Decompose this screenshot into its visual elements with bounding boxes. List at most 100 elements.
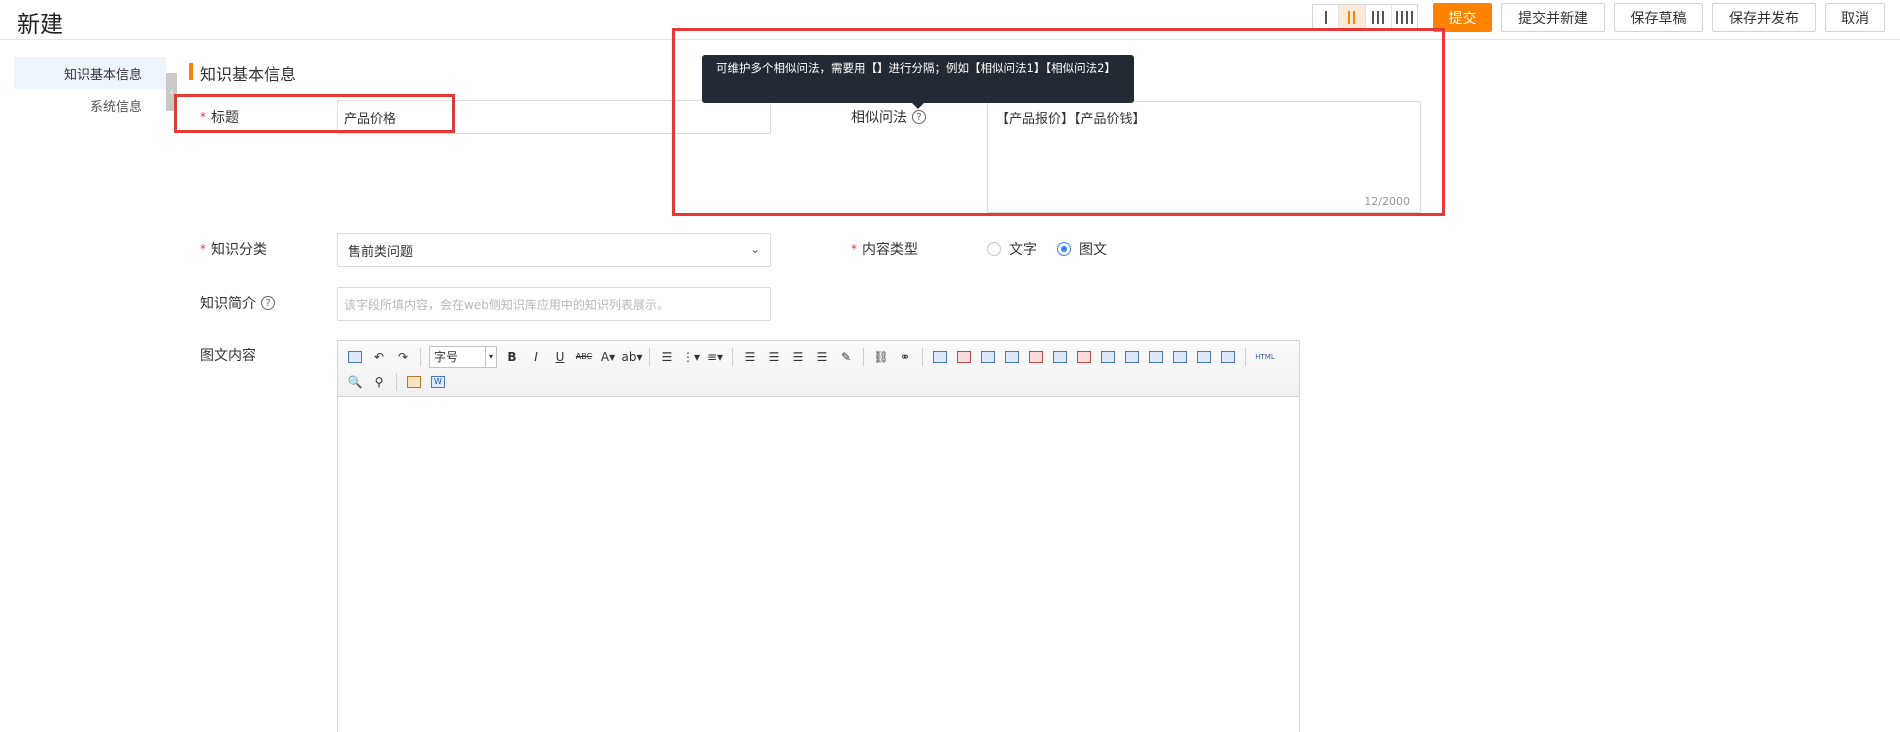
submit-button[interactable]: 提交	[1433, 3, 1492, 32]
content-label: 图文内容	[200, 348, 256, 364]
question-circle-icon[interactable]: ?	[261, 296, 275, 310]
category-label-text: 知识分类	[211, 242, 267, 258]
content-type-richtext-radio[interactable]: 图文	[1057, 239, 1107, 259]
content-type-label-text: 内容类型	[862, 242, 918, 258]
format-painter-icon[interactable]: ✎	[835, 346, 857, 368]
intro-input[interactable]: 该字段所填内容，会在web侧知识库应用中的知识列表展示。	[337, 287, 771, 321]
rich-text-editor: ↶ ↷ 字号 ▾ B I U ABC A▾ ab▾ ☰ ⋮▾ ≡▾ ☰ ☰ ☰ …	[337, 340, 1300, 732]
align-left-icon[interactable]: ☰	[739, 346, 761, 368]
layout-3-column-button[interactable]	[1366, 5, 1392, 29]
layout-1-column-button[interactable]	[1313, 5, 1340, 29]
align-right-icon[interactable]: ☰	[787, 346, 809, 368]
section-accent-bar	[189, 63, 193, 80]
toolbar-divider	[420, 347, 421, 366]
delete-table-icon[interactable]	[953, 346, 975, 368]
toolbar-divider	[732, 347, 733, 366]
merge-cells-icon[interactable]	[1097, 346, 1119, 368]
delete-column-icon[interactable]	[1073, 346, 1095, 368]
sidebar-collapse-handle[interactable]: ‹	[166, 73, 177, 111]
save-draft-button[interactable]: 保存草稿	[1614, 3, 1703, 32]
link-icon[interactable]: ⛓	[870, 346, 892, 368]
delete-row-icon[interactable]	[1025, 346, 1047, 368]
unlink-icon[interactable]: ⚭	[894, 346, 916, 368]
word-import-icon[interactable]: W	[427, 371, 449, 393]
ordered-list-icon[interactable]: ⋮▾	[680, 346, 702, 368]
toolbar-divider	[922, 347, 923, 366]
layout-4-column-button[interactable]	[1392, 5, 1417, 29]
toolbar-divider	[649, 347, 650, 366]
header: 新建 提交 提交并新建 保存草稿 保存并发布 取消	[0, 0, 1900, 40]
category-label: * 知识分类	[200, 239, 267, 259]
strikethrough-icon[interactable]: ABC	[573, 346, 595, 368]
chevron-down-icon: ⌄	[749, 242, 760, 256]
split-columns-icon[interactable]	[1217, 346, 1239, 368]
one-bar-icon	[1324, 10, 1327, 24]
chevron-left-icon: ‹	[169, 86, 174, 98]
toolbar-divider	[863, 347, 864, 366]
title-label-text: 标题	[211, 110, 239, 126]
split-cells-icon[interactable]	[1169, 346, 1191, 368]
editor-toolbar: ↶ ↷ 字号 ▾ B I U ABC A▾ ab▾ ☰ ⋮▾ ≡▾ ☰ ☰ ☰ …	[338, 341, 1299, 397]
highlight-color-icon[interactable]: ab▾	[621, 346, 643, 368]
submit-and-new-button[interactable]: 提交并新建	[1501, 3, 1605, 32]
page-title: 新建	[17, 12, 63, 38]
undo-icon[interactable]: ↶	[368, 346, 390, 368]
merge-right-icon[interactable]	[1121, 346, 1143, 368]
four-bars-icon	[1395, 10, 1413, 24]
content-type-text-radio[interactable]: 文字	[987, 239, 1037, 259]
html-mode-icon[interactable]: HTML	[1252, 346, 1278, 368]
required-marker: *	[200, 242, 206, 256]
similar-questions-textarea[interactable]: 【产品报价】【产品价钱】 12/2000	[987, 101, 1421, 213]
intro-label: 知识简介 ?	[200, 293, 275, 313]
three-bars-icon	[1372, 10, 1385, 24]
similar-questions-label: 相似问法 ?	[851, 107, 926, 127]
two-bars-icon	[1348, 10, 1356, 24]
bold-icon[interactable]: B	[501, 346, 523, 368]
redo-icon[interactable]: ↷	[392, 346, 414, 368]
cancel-button[interactable]: 取消	[1825, 3, 1885, 32]
font-size-select[interactable]: 字号 ▾	[429, 345, 497, 368]
content-type-label: * 内容类型	[851, 239, 918, 259]
category-select-value: 售前类问题	[348, 244, 414, 260]
radio-unchecked-icon	[987, 242, 1001, 256]
source-view-icon[interactable]	[344, 346, 366, 368]
merge-down-icon[interactable]	[1145, 346, 1167, 368]
insert-column-icon[interactable]	[1049, 346, 1071, 368]
content-type-text-label: 文字	[1009, 242, 1037, 258]
sidebar-item-basic-info[interactable]: 知识基本信息	[14, 57, 166, 89]
italic-icon[interactable]: I	[525, 346, 547, 368]
section-title: 知识基本信息	[200, 65, 297, 84]
radio-checked-icon	[1057, 242, 1071, 256]
editor-content-area[interactable]	[338, 397, 1299, 732]
font-size-select-label: 字号	[434, 350, 459, 364]
insert-image-icon[interactable]	[403, 371, 425, 393]
category-select[interactable]: 售前类问题 ⌄	[337, 233, 771, 267]
search-replace-icon[interactable]: 🔍	[344, 371, 366, 393]
layout-2-column-button[interactable]	[1339, 5, 1366, 29]
align-justify-icon[interactable]: ☰	[811, 346, 833, 368]
find-icon[interactable]: ⚲	[368, 371, 390, 393]
char-counter: 12/2000	[1364, 195, 1410, 208]
content-type-richtext-label: 图文	[1079, 242, 1107, 258]
caret-down-icon: ▾	[485, 346, 496, 367]
similar-questions-label-text: 相似问法	[851, 110, 907, 126]
sidebar-item-system-info[interactable]: 系统信息	[14, 89, 166, 121]
split-rows-icon[interactable]	[1193, 346, 1215, 368]
insert-table-icon[interactable]	[929, 346, 951, 368]
font-color-icon[interactable]: A▾	[597, 346, 619, 368]
unordered-list-icon[interactable]: ≡▾	[704, 346, 726, 368]
title-label: * 标题	[200, 107, 239, 127]
insert-row-icon[interactable]	[1001, 346, 1023, 368]
table-caption-icon[interactable]	[977, 346, 999, 368]
toolbar-divider	[1245, 347, 1246, 366]
similar-questions-value: 【产品报价】【产品价钱】	[996, 112, 1146, 127]
title-input[interactable]: 产品价格	[337, 100, 771, 134]
required-marker: *	[851, 242, 857, 256]
underline-icon[interactable]: U	[549, 346, 571, 368]
paragraph-icon[interactable]: ☰	[656, 346, 678, 368]
save-and-publish-button[interactable]: 保存并发布	[1712, 3, 1816, 32]
align-center-icon[interactable]: ☰	[763, 346, 785, 368]
question-circle-icon[interactable]: ?	[912, 110, 926, 124]
similar-questions-tooltip: 可维护多个相似问法，需要用【】进行分隔；例如【相似问法1】【相似问法2】	[702, 55, 1134, 109]
toolbar-divider	[396, 372, 397, 391]
